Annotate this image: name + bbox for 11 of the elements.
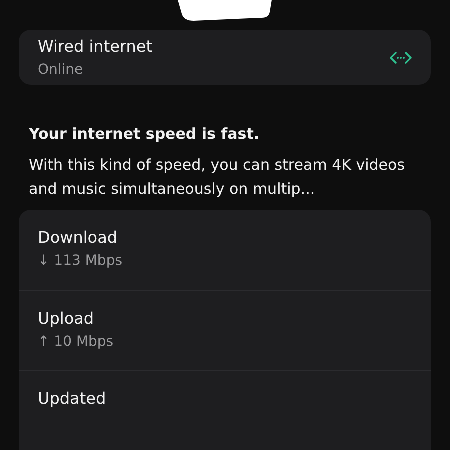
speed-heading: Your internet speed is fast. xyxy=(29,125,261,143)
stat-label: Upload xyxy=(38,309,94,328)
connection-status: Online xyxy=(38,62,84,78)
stat-value: ↓ 113 Mbps xyxy=(38,253,122,269)
connection-title: Wired internet xyxy=(38,37,152,56)
ethernet-icon xyxy=(390,52,412,64)
stat-label: Updated xyxy=(38,389,106,408)
stat-value: ↑ 10 Mbps xyxy=(38,334,114,350)
speed-description: With this kind of speed, you can stream 4K videos and music simultaneously on multip... xyxy=(29,155,406,200)
connection-card[interactable]: Wired internet Online xyxy=(19,30,431,85)
stat-label: Download xyxy=(38,228,118,247)
